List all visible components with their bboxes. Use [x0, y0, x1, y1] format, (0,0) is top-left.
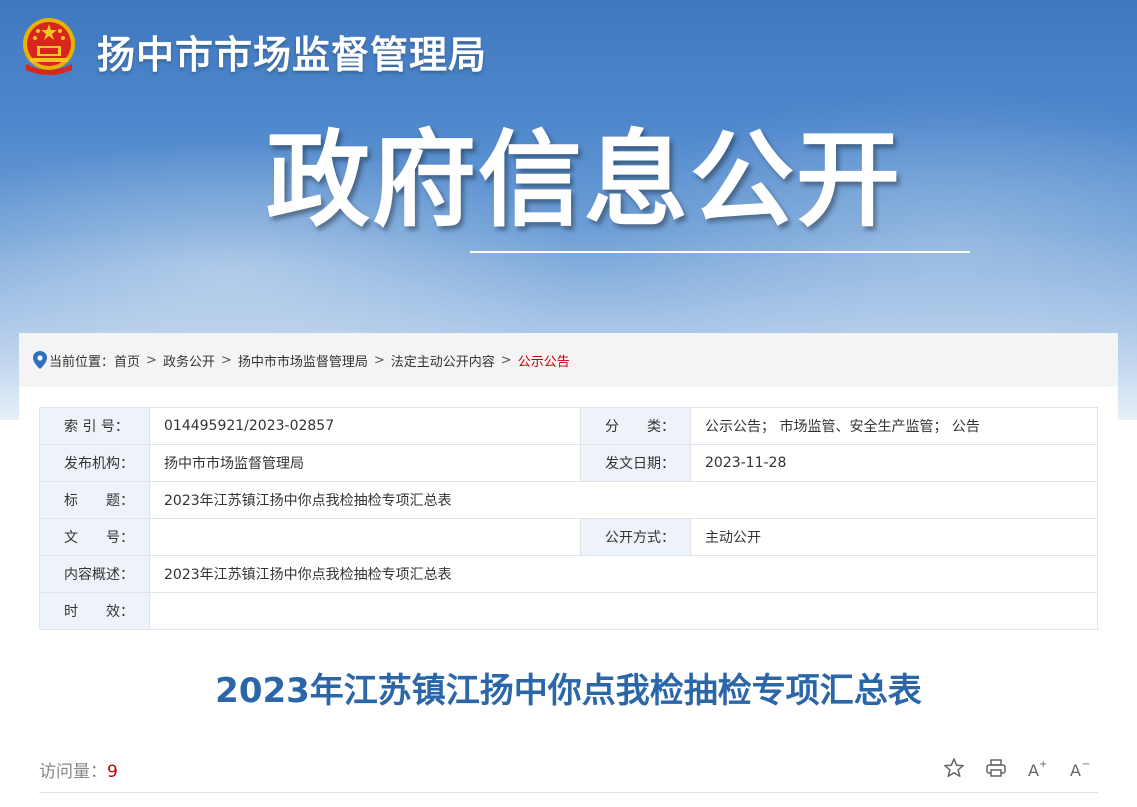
docno-label: 文 号： [39, 518, 150, 556]
visits-count: 9 [107, 762, 118, 782]
article-tools: A + A − [943, 757, 1091, 779]
article-title: 2023年江苏镇江扬中你点我检抽检专项汇总表 [215, 671, 922, 711]
index-value: 014495921/2023-02857 [149, 407, 581, 445]
publisher-value: 扬中市市场监督管理局 [149, 444, 581, 482]
font-increase-icon[interactable]: A + [1027, 757, 1049, 779]
date-label: 发文日期： [580, 444, 691, 482]
metadata-table: 索 引 号： 014495921/2023-02857 分 类： 公示公告； 市… [39, 407, 1098, 630]
content-card: 当前位置： 首页 > 政务公开 > 扬中市市场监督管理局 > 法定主动公开内容 … [19, 333, 1118, 807]
index-label: 索 引 号： [39, 407, 150, 445]
svg-text:A: A [1070, 761, 1081, 779]
national-emblem-icon [23, 18, 75, 75]
svg-text:A: A [1028, 761, 1039, 779]
title-value: 2023年江苏镇江扬中你点我检抽检专项汇总表 [149, 481, 1098, 519]
title-label: 标 题： [39, 481, 150, 519]
date-value: 2023-11-28 [690, 444, 1098, 482]
star-icon[interactable] [943, 757, 965, 779]
breadcrumb-home[interactable]: 首页 [114, 351, 140, 370]
publisher-label: 发布机构： [39, 444, 150, 482]
breadcrumb-current[interactable]: 公示公告 [518, 351, 570, 370]
method-value: 主动公开 [690, 518, 1098, 556]
table-row: 索 引 号： 014495921/2023-02857 分 类： 公示公告； 市… [39, 407, 1098, 445]
table-row: 内容概述： 2023年江苏镇江扬中你点我检抽检专项汇总表 [39, 555, 1098, 593]
breadcrumb-separator: > [373, 352, 385, 368]
print-icon[interactable] [985, 757, 1007, 779]
breadcrumb-prefix: 当前位置： [49, 354, 115, 370]
table-row: 时 效： [39, 592, 1098, 630]
breadcrumb-separator: > [500, 352, 512, 368]
breadcrumb: 当前位置： 首页 > 政务公开 > 扬中市市场监督管理局 > 法定主动公开内容 … [19, 333, 1118, 387]
table-row: 发布机构： 扬中市市场监督管理局 发文日期： 2023-11-28 [39, 444, 1098, 482]
category-value: 公示公告； 市场监管、安全生产监管； 公告 [690, 407, 1098, 445]
validity-label: 时 效： [39, 592, 150, 630]
site-name[interactable]: 扬中市市场监督管理局 [97, 24, 487, 79]
divider [39, 792, 1098, 793]
section-title: 政府信息公开 [266, 119, 903, 241]
breadcrumb-bureau[interactable]: 扬中市市场监督管理局 [238, 351, 368, 370]
table-row: 文 号： 公开方式： 主动公开 [39, 518, 1098, 556]
svg-text:−: − [1082, 759, 1090, 770]
table-row: 标 题： 2023年江苏镇江扬中你点我检抽检专项汇总表 [39, 481, 1098, 519]
visit-counter: 访问量：9 [39, 757, 118, 782]
breadcrumb-separator: > [146, 352, 157, 368]
visits-label: 访问量： [39, 762, 107, 782]
summary-value: 2023年江苏镇江扬中你点我检抽检专项汇总表 [149, 555, 1098, 593]
docno-value [149, 518, 581, 556]
validity-value [149, 592, 1098, 630]
svg-text:+: + [1039, 759, 1047, 770]
location-pin-icon [33, 351, 47, 369]
summary-label: 内容概述： [39, 555, 150, 593]
title-underline [470, 251, 970, 253]
breadcrumb-separator: > [220, 352, 232, 368]
category-label: 分 类： [580, 407, 691, 445]
breadcrumb-affairs[interactable]: 政务公开 [163, 351, 215, 370]
breadcrumb-statutory[interactable]: 法定主动公开内容 [391, 351, 495, 370]
font-decrease-icon[interactable]: A − [1069, 757, 1091, 779]
method-label: 公开方式： [580, 518, 691, 556]
